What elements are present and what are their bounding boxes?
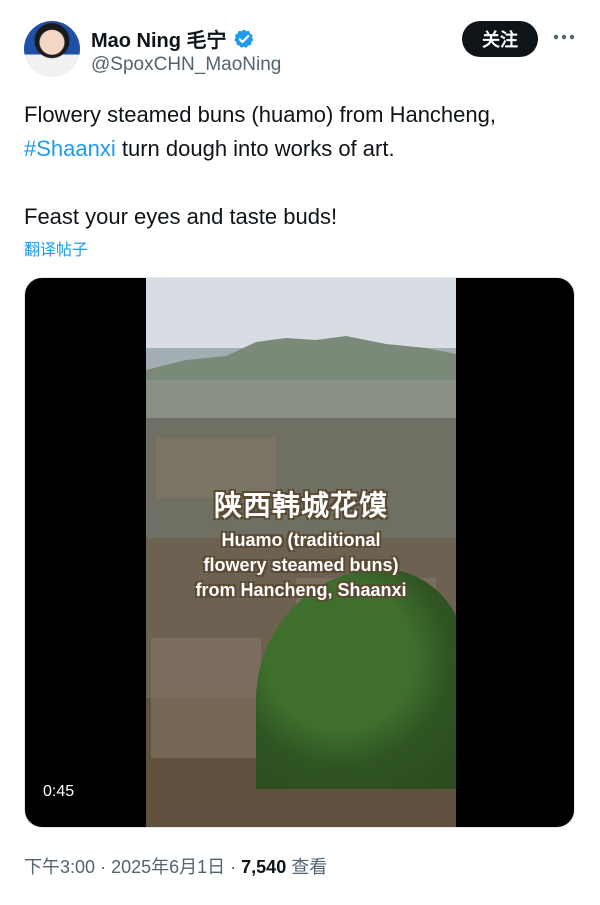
video-player[interactable]: 陕西韩城花馍 Huamo (traditional flowery steame… <box>24 277 575 828</box>
video-title-overlay: 陕西韩城花馍 <box>213 490 388 521</box>
post-date[interactable]: 2025年6月1日 <box>111 857 225 877</box>
hashtag-link[interactable]: #Shaanxi <box>24 136 116 161</box>
user-name-row: Mao Ning 毛宁 <box>91 24 255 53</box>
mountain-silhouette <box>146 336 456 380</box>
user-name[interactable]: Mao Ning 毛宁 <box>91 24 227 53</box>
tweet-line-2: #Shaanxi turn dough into works of art. <box>24 132 574 166</box>
view-count[interactable]: 7,540 <box>241 857 286 877</box>
tweet-line-2-rest: turn dough into works of art. <box>115 136 395 161</box>
follow-button[interactable]: 关注 <box>462 21 538 57</box>
avatar[interactable] <box>24 21 80 77</box>
user-handle[interactable]: @SpoxCHN_MaoNing <box>91 54 281 76</box>
rooftops-3 <box>151 638 261 758</box>
views-label: 查看 <box>291 857 328 877</box>
tweet-line-1: Flowery steamed buns (huamo) from Hanche… <box>24 102 496 127</box>
meta-separator-2: · <box>230 857 242 877</box>
more-options-icon[interactable] <box>552 25 576 49</box>
verified-badge-icon <box>233 28 255 50</box>
video-subtitle-overlay: Huamo (traditional flowery steamed buns)… <box>195 530 407 600</box>
tweet-text: Flowery steamed buns (huamo) from Hanche… <box>24 98 574 234</box>
meta-separator-1: · <box>100 857 112 877</box>
tweet-line-3: Feast your eyes and taste buds! <box>24 204 338 229</box>
video-frame[interactable]: 陕西韩城花馍 Huamo (traditional flowery steame… <box>146 278 456 827</box>
post-meta: 下午3:00 · 2025年6月1日 · 7,540 查看 <box>24 853 327 879</box>
translate-post-link[interactable]: 翻译帖子 <box>24 236 88 260</box>
post-time[interactable]: 下午3:00 <box>24 857 95 877</box>
video-duration: 0:45 <box>43 783 75 800</box>
